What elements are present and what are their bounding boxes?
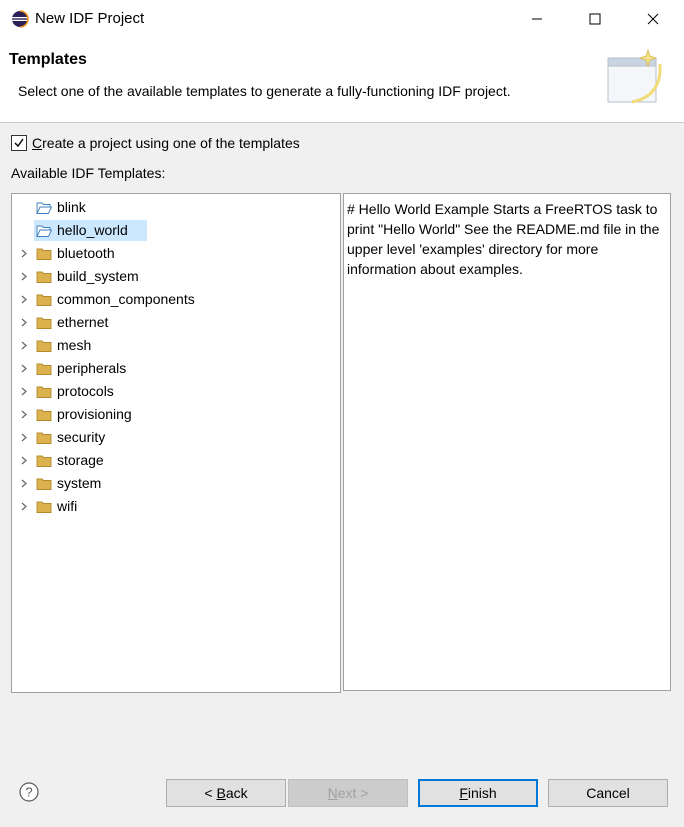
chevron-right-icon[interactable] xyxy=(19,496,29,517)
maximize-icon xyxy=(589,13,601,25)
chevron-right-icon[interactable] xyxy=(19,266,29,287)
templates-tree[interactable]: blink hello_world bluetooth build_systemcom… xyxy=(11,193,341,693)
tree-item-peripherals[interactable]: peripherals xyxy=(12,358,338,379)
finish-mnemonic: F xyxy=(459,785,468,801)
wizard-banner-icon xyxy=(607,48,662,104)
title-bar: New IDF Project xyxy=(0,0,684,38)
chevron-right-icon[interactable] xyxy=(19,427,29,448)
folder-icon xyxy=(36,363,52,375)
next-label: ext > xyxy=(337,785,369,801)
open-folder-icon xyxy=(36,202,52,214)
minimize-button[interactable] xyxy=(508,0,566,38)
tree-item-security[interactable]: security xyxy=(12,427,338,448)
use-template-label-text: reate a project using one of the templat… xyxy=(42,135,300,151)
tree-item-label: mesh xyxy=(57,337,92,353)
tree-item-protocols[interactable]: protocols xyxy=(12,381,338,402)
folder-icon xyxy=(36,271,52,283)
page-description: Select one of the available templates to… xyxy=(18,83,511,99)
chevron-right-icon[interactable] xyxy=(19,450,29,471)
cancel-button[interactable]: Cancel xyxy=(548,779,668,807)
tree-item-label: bluetooth xyxy=(57,245,115,261)
tree-item-system[interactable]: system xyxy=(12,473,338,494)
tree-item-label: system xyxy=(57,475,102,491)
folder-icon xyxy=(36,455,52,467)
tree-item-label: blink xyxy=(57,199,86,215)
open-folder-icon xyxy=(36,225,52,237)
tree-item-common-components[interactable]: common_components xyxy=(12,289,338,310)
tree-item-ethernet[interactable]: ethernet xyxy=(12,312,338,333)
chevron-right-icon[interactable] xyxy=(19,381,29,402)
tree-item-label: ethernet xyxy=(57,314,109,330)
next-mnemonic: N xyxy=(327,785,338,801)
use-template-label[interactable]: Create a project using one of the templa… xyxy=(32,135,300,151)
next-button[interactable]: Next > xyxy=(288,779,408,807)
folder-icon xyxy=(36,340,52,352)
checkmark-icon xyxy=(14,138,24,148)
chevron-right-icon[interactable] xyxy=(19,358,29,379)
back-mnemonic: B xyxy=(216,785,226,801)
template-description: # Hello World Example Starts a FreeRTOS … xyxy=(343,193,671,691)
folder-icon xyxy=(36,386,52,398)
finish-label: inish xyxy=(467,785,497,801)
chevron-right-icon[interactable] xyxy=(19,312,29,333)
tree-item-bluetooth[interactable]: bluetooth xyxy=(12,243,338,264)
help-icon[interactable]: ? xyxy=(19,782,39,802)
use-template-option[interactable]: Create a project using one of the templa… xyxy=(11,135,300,151)
folder-icon xyxy=(36,317,52,329)
folder-icon xyxy=(36,478,52,490)
eclipse-app-icon xyxy=(12,10,29,28)
tree-item-label: protocols xyxy=(57,383,114,399)
use-template-checkbox[interactable] xyxy=(11,135,27,151)
chevron-right-icon[interactable] xyxy=(19,243,29,264)
tree-item-provisioning[interactable]: provisioning xyxy=(12,404,338,425)
window-title: New IDF Project xyxy=(35,10,145,27)
page-title: Templates xyxy=(9,51,87,68)
tree-item-blink[interactable]: blink xyxy=(12,197,338,218)
svg-text:?: ? xyxy=(25,785,32,800)
tree-item-label: provisioning xyxy=(57,406,132,422)
back-label: ack xyxy=(225,785,248,801)
tree-item-label: common_components xyxy=(57,291,195,307)
folder-icon xyxy=(36,248,52,260)
maximize-button[interactable] xyxy=(566,0,624,38)
tree-item-label: build_system xyxy=(57,268,139,284)
tree-item-label: hello_world xyxy=(57,222,128,238)
chevron-right-icon[interactable] xyxy=(19,473,29,494)
back-button[interactable]: < Back xyxy=(166,779,286,807)
tree-item-mesh[interactable]: mesh xyxy=(12,335,338,356)
back-prefix: < xyxy=(204,785,217,801)
close-icon xyxy=(647,13,659,25)
tree-item-label: wifi xyxy=(57,498,78,514)
tree-item-label: storage xyxy=(57,452,104,468)
cancel-label: Cancel xyxy=(586,785,630,801)
available-templates-label: Available IDF Templates: xyxy=(11,165,166,181)
folder-icon xyxy=(36,409,52,421)
folder-icon xyxy=(36,501,52,513)
close-button[interactable] xyxy=(624,0,682,38)
use-template-mnemonic: C xyxy=(32,135,43,151)
folder-icon xyxy=(36,432,52,444)
minimize-icon xyxy=(532,18,542,20)
chevron-right-icon[interactable] xyxy=(19,289,29,310)
finish-button[interactable]: Finish xyxy=(418,779,538,807)
tree-item-label: security xyxy=(57,429,106,445)
tree-item-wifi[interactable]: wifi xyxy=(12,496,338,517)
tree-item-label: peripherals xyxy=(57,360,127,376)
tree-item-build-system[interactable]: build_system xyxy=(12,266,338,287)
chevron-right-icon[interactable] xyxy=(19,404,29,425)
folder-icon xyxy=(36,294,52,306)
tree-item-hello-world[interactable]: hello_world xyxy=(12,220,338,241)
tree-item-storage[interactable]: storage xyxy=(12,450,338,471)
wizard-banner: Templates Select one of the available te… xyxy=(0,38,684,123)
chevron-right-icon[interactable] xyxy=(19,335,29,356)
